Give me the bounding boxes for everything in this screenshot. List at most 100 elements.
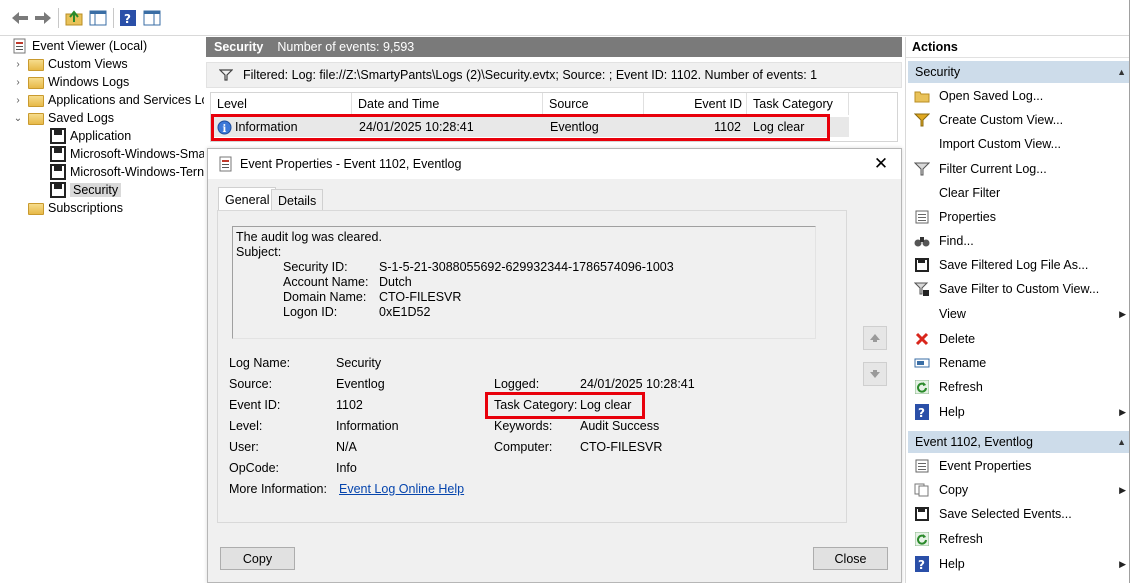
label-more-information: More Information: [229,482,327,496]
action-clear-filter[interactable]: Clear Filter [908,182,1132,204]
collapse-caret-icon[interactable]: ▲ [1117,437,1126,447]
expand-chevron-icon[interactable]: › [12,58,24,70]
log-title: Security [214,40,264,54]
save-icon [914,506,930,522]
column-header-level[interactable]: Level [211,93,352,115]
tree-item-applications-services[interactable]: › Applications and Services Lo [12,91,204,109]
subscriptions-icon [28,203,44,215]
properties-icon [914,209,930,225]
column-header-date[interactable]: Date and Time [352,93,543,115]
column-header-task-category[interactable]: Task Category [747,93,849,115]
event-viewer-icon [12,38,28,54]
value-event-id: 1102 [336,398,363,412]
action-help-event[interactable]: ? Help ▶ [908,553,1132,575]
help-icon[interactable]: ? [118,8,138,28]
event-properties-dialog: Event Properties - Event 1102, Eventlog … [207,148,902,583]
collapse-chevron-icon[interactable]: ⌄ [12,112,24,124]
submenu-arrow-icon: ▶ [1119,558,1126,569]
folder-icon [28,113,44,125]
submenu-arrow-icon: ▶ [1119,308,1126,319]
open-folder-icon [914,88,930,104]
navigation-tree: Event Viewer (Local) › Custom Views › Wi… [8,37,204,583]
action-properties[interactable]: Properties [908,206,1132,228]
saved-log-icon [50,182,66,198]
event-count: Number of events: 9,593 [277,40,415,54]
tree-item-ms-windows-sma[interactable]: Microsoft-Windows-Sma [50,145,204,163]
actions-title: Actions [906,37,1133,58]
show-action-pane-icon[interactable] [142,8,162,28]
value-opcode: Info [336,461,357,475]
filter-star-icon [914,112,930,128]
tree-item-subscriptions[interactable]: Subscriptions [28,199,123,217]
tree-item-saved-logs[interactable]: ⌄ Saved Logs [12,109,114,127]
column-header-source[interactable]: Source [543,93,644,115]
actions-section-event[interactable]: Event 1102, Eventlog ▲ [908,431,1132,453]
label-user: User: [229,440,259,454]
event-log-online-help-link[interactable]: Event Log Online Help [339,482,464,496]
action-open-saved-log[interactable]: Open Saved Log... [908,85,1132,107]
action-refresh-event[interactable]: Refresh [908,528,1132,550]
rename-icon [914,355,930,371]
collapse-caret-icon[interactable]: ▲ [1117,67,1126,77]
refresh-icon [914,531,930,547]
value-logged: 24/01/2025 10:28:41 [580,377,695,391]
folder-icon [28,77,44,89]
saved-log-icon [50,164,66,180]
tree-item-application[interactable]: Application [50,127,131,145]
previous-event-button[interactable] [863,326,887,350]
expand-chevron-icon[interactable]: › [12,76,24,88]
action-find[interactable]: Find... [908,230,1132,252]
action-save-selected-events[interactable]: Save Selected Events... [908,503,1132,525]
submenu-arrow-icon: ▶ [1119,406,1126,417]
folder-icon [28,95,44,107]
close-button[interactable]: Close [813,547,888,570]
properties-icon [914,458,930,474]
tree-root-event-viewer[interactable]: Event Viewer (Local) [12,37,147,55]
copy-button[interactable]: Copy [220,547,295,570]
action-event-properties[interactable]: Event Properties [908,455,1132,477]
help-icon: ? [914,556,930,572]
action-create-custom-view[interactable]: Create Custom View... [908,109,1132,131]
action-rename[interactable]: Rename [908,352,1132,374]
highlight-box-row [211,114,830,141]
action-copy[interactable]: Copy ▶ [908,479,1132,501]
action-refresh[interactable]: Refresh [908,376,1132,398]
action-help[interactable]: ? Help ▶ [908,401,1132,423]
action-filter-current-log[interactable]: Filter Current Log... [908,158,1132,180]
action-save-filtered-log[interactable]: Save Filtered Log File As... [908,254,1132,276]
save-icon [914,257,930,273]
back-arrow-icon[interactable] [10,8,30,28]
up-folder-icon[interactable] [64,8,84,28]
svg-text:?: ? [124,12,131,26]
action-import-custom-view[interactable]: Import Custom View... [908,133,1132,155]
submenu-arrow-icon: ▶ [1119,484,1126,495]
tab-details[interactable]: Details [271,189,324,211]
value-log-name: Security [336,356,382,370]
tree-item-custom-views[interactable]: › Custom Views [12,55,128,73]
close-icon[interactable]: ✕ [871,154,891,174]
action-view[interactable]: View ▶ [908,303,1132,325]
show-hide-tree-icon[interactable] [88,8,108,28]
value-level: Information [336,419,399,433]
folder-icon [28,59,44,71]
forward-arrow-icon[interactable] [33,8,53,28]
svg-text:?: ? [918,406,925,420]
label-logged: Logged: [494,377,540,391]
tab-general[interactable]: General [218,187,277,211]
label-level: Level: [229,419,263,433]
action-save-filter-custom-view[interactable]: Save Filter to Custom View... [908,278,1132,300]
window-edge [1129,0,1133,583]
actions-section-security[interactable]: Security ▲ [908,61,1132,83]
action-delete[interactable]: Delete [908,328,1132,350]
filter-icon [914,161,930,177]
copy-icon [914,482,930,498]
svg-text:?: ? [918,558,925,572]
tree-item-security[interactable]: Security [50,181,122,199]
saved-log-icon [50,128,66,144]
column-header-event-id[interactable]: Event ID [644,93,747,115]
next-event-button[interactable] [863,362,887,386]
expand-chevron-icon[interactable]: › [12,94,24,106]
tree-item-windows-logs[interactable]: › Windows Logs [12,73,129,91]
tree-item-ms-windows-tern[interactable]: Microsoft-Windows-Tern [50,163,204,181]
highlight-box-task-category [485,392,645,419]
